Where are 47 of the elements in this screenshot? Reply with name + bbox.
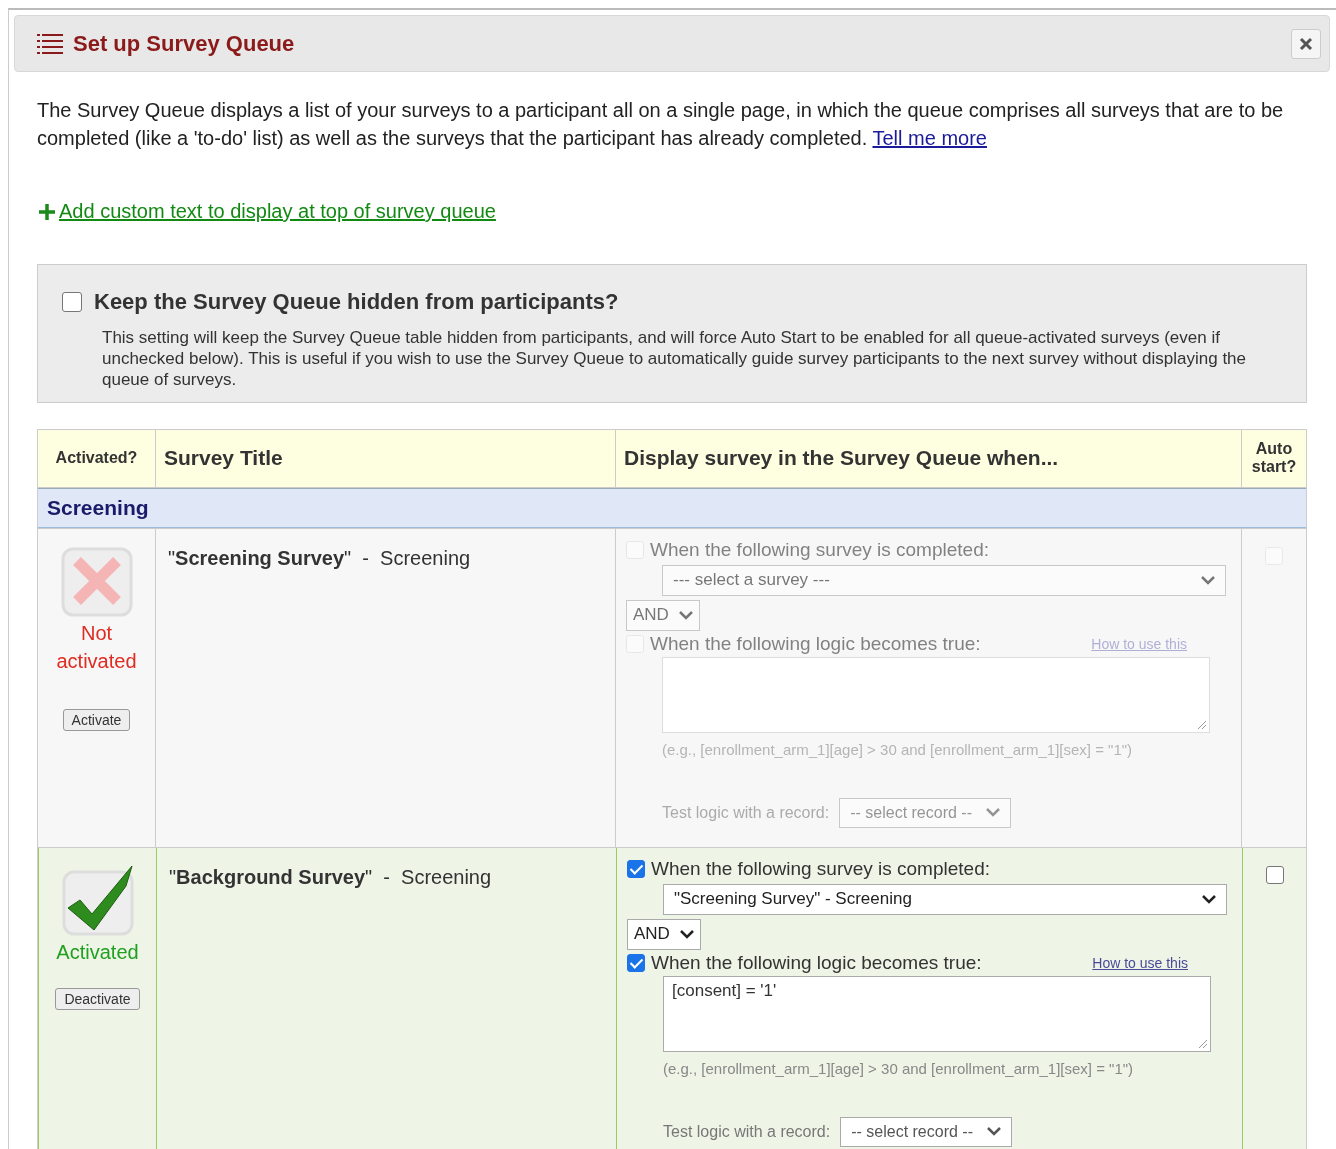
test-label: Test logic with a record: bbox=[662, 803, 830, 822]
activation-button[interactable]: Activate bbox=[62, 708, 131, 731]
condition-label: When the following survey is completed: bbox=[651, 857, 990, 880]
chevron-icon bbox=[680, 929, 694, 939]
survey-title: "Background Survey" - Screening bbox=[169, 865, 492, 888]
survey-title: "Screening Survey" - Screening bbox=[168, 546, 471, 569]
record-select[interactable]: -- select record -- bbox=[840, 1116, 1013, 1147]
condition-label: When the following logic becomes true: bbox=[651, 951, 982, 974]
operator-select[interactable]: AND bbox=[627, 918, 701, 950]
close-button[interactable] bbox=[1291, 28, 1321, 59]
group-name: Screening bbox=[47, 495, 149, 520]
example-text: (e.g., [enrollment_arm_1][age] > 30 and [enrollment_arm_1][sex] = "1") bbox=[662, 740, 1134, 758]
option-description: This setting will keep the Survey Queue table hidden from participants, and will force Auto Start to be enabled for all queue-activated surveys (even if unchecked below). This is useful if you wish to use the Survey Queue to automatically guide survey participants to the next survey without displaying the queue of surveys. bbox=[102, 326, 1248, 390]
checkbox[interactable] bbox=[62, 291, 82, 312]
help-link[interactable]: How to use this bbox=[1092, 954, 1188, 971]
column-header: Auto start? bbox=[1250, 439, 1298, 477]
chevron-icon bbox=[679, 610, 693, 620]
column-header: Survey Title bbox=[156, 429, 616, 487]
column-header: Activated? bbox=[38, 429, 156, 487]
option-label: Keep the Survey Queue hidden from participants? bbox=[94, 288, 619, 315]
survey-select[interactable]: "Screening Survey" - Screening bbox=[663, 883, 1227, 915]
activation-button[interactable]: Deactivate bbox=[55, 987, 140, 1010]
chevron-icon bbox=[1201, 575, 1215, 585]
add-custom-text-link[interactable]: Add custom text to display at top of survey queue bbox=[37, 200, 496, 223]
survey-select[interactable]: --- select a survey --- bbox=[662, 564, 1226, 596]
checkbox[interactable] bbox=[627, 953, 645, 972]
logic-field[interactable]: [consent] = '1' bbox=[663, 975, 1211, 1052]
list-icon bbox=[37, 32, 63, 55]
test-label: Test logic with a record: bbox=[663, 1122, 831, 1141]
example-text: (e.g., [enrollment_arm_1][age] > 30 and [enrollment_arm_1][sex] = "1") bbox=[663, 1059, 1135, 1077]
status-text: Activated bbox=[56, 939, 139, 965]
operator-select[interactable]: AND bbox=[626, 599, 700, 631]
condition-label: When the following survey is completed: bbox=[650, 538, 989, 561]
panel-title: Set up Survey Queue bbox=[73, 30, 295, 57]
tell-me-more-link[interactable]: Tell me more bbox=[872, 127, 987, 149]
status-text: Not activated bbox=[55, 620, 138, 674]
plus-icon bbox=[37, 201, 57, 222]
condition-label: When the following logic becomes true: bbox=[650, 632, 981, 655]
auto-start-checkbox[interactable] bbox=[1266, 865, 1284, 884]
chevron-icon bbox=[986, 808, 1001, 817]
chevron-icon bbox=[987, 1127, 1002, 1136]
close-icon bbox=[1299, 36, 1313, 51]
intro-text: The Survey Queue displays a list of your surveys to a participant all on a single page, in which the queue comprises all surveys that are to be completed (like a 'to-do' list) as well as the surveys that the participant has already completed. Tell me more bbox=[37, 98, 1285, 151]
chevron-icon bbox=[1202, 894, 1216, 904]
logic-field[interactable] bbox=[662, 656, 1210, 733]
checkbox[interactable] bbox=[627, 859, 645, 878]
column-header: Display survey in the Survey Queue when... bbox=[616, 429, 1242, 487]
